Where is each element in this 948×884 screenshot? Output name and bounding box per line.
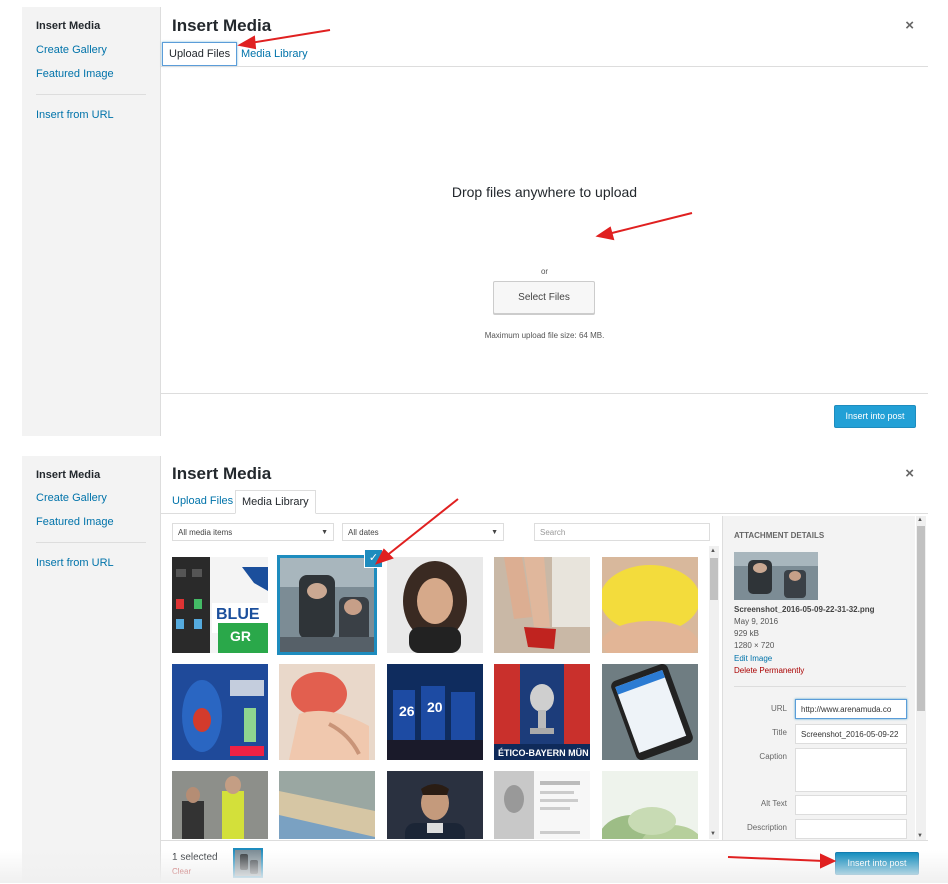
media-thumbnail[interactable] bbox=[172, 664, 268, 760]
attachment-preview bbox=[734, 552, 818, 600]
media-thumbnail[interactable] bbox=[279, 664, 375, 760]
url-label: URL bbox=[770, 704, 787, 713]
modal-title: Insert Media bbox=[172, 16, 272, 35]
modal-title: Insert Media bbox=[172, 464, 272, 483]
max-upload-size: Maximum upload file size: 64 MB. bbox=[484, 331, 605, 340]
close-icon[interactable]: × bbox=[905, 17, 914, 34]
url-field[interactable]: http://www.arenamuda.co bbox=[795, 699, 907, 719]
svg-text:BLUE: BLUE bbox=[216, 606, 260, 623]
date-filter[interactable]: All dates ▼ bbox=[342, 523, 504, 541]
upload-drop-zone[interactable]: Drop files anywhere to upload or Select … bbox=[161, 67, 928, 393]
attachment-dimensions: 1280 × 720 bbox=[734, 641, 775, 650]
sidebar-heading: Insert Media bbox=[36, 20, 101, 32]
sidebar-item-featured-image[interactable]: Featured Image bbox=[36, 68, 114, 80]
insert-media-modal-library: Insert Media Create Gallery Featured Ima… bbox=[22, 456, 928, 884]
media-thumbnail-selected[interactable] bbox=[277, 555, 377, 655]
media-thumbnail[interactable] bbox=[387, 771, 483, 839]
attachment-details-heading: ATTACHMENT DETAILS bbox=[734, 531, 825, 540]
drop-instructions: Drop files anywhere to upload bbox=[451, 184, 638, 200]
media-thumbnail[interactable]: BLUE GR bbox=[172, 557, 268, 653]
media-type-filter[interactable]: All media items ▼ bbox=[172, 523, 334, 541]
attachment-size: 929 kB bbox=[734, 629, 759, 638]
alt-text-field[interactable] bbox=[795, 795, 907, 815]
tab-media-library[interactable]: Media Library bbox=[235, 43, 314, 65]
clear-selection-link[interactable]: Clear bbox=[172, 867, 191, 876]
description-field[interactable] bbox=[795, 819, 907, 839]
media-thumbnail[interactable] bbox=[387, 557, 483, 653]
scroll-up-icon[interactable]: ▲ bbox=[710, 548, 716, 554]
attachment-details-panel: ATTACHMENT DETAILS Screenshot_2016-05-09… bbox=[722, 516, 915, 840]
media-type-filter-value: All media items bbox=[178, 528, 233, 537]
svg-text:ÉTICO-BAYERN MÜN: ÉTICO-BAYERN MÜN bbox=[498, 748, 589, 758]
svg-text:20: 20 bbox=[427, 699, 443, 715]
media-grid: BLUE GR 26 20 ÉTICO-BAYERN MÜN bbox=[161, 546, 713, 839]
modal-toolbar: Insert into post bbox=[161, 393, 928, 437]
sidebar-item-insert-from-url[interactable]: Insert from URL bbox=[36, 557, 114, 569]
details-divider bbox=[734, 686, 906, 687]
media-thumbnail[interactable] bbox=[602, 664, 698, 760]
sidebar-divider bbox=[36, 542, 146, 543]
description-label: Description bbox=[746, 823, 787, 832]
scroll-down-icon[interactable]: ▼ bbox=[710, 831, 716, 837]
media-sidebar: Insert Media Create Gallery Featured Ima… bbox=[22, 7, 161, 436]
insert-into-post-button[interactable]: Insert into post bbox=[834, 405, 916, 428]
title-field[interactable]: Screenshot_2016-05-09-22 bbox=[795, 724, 907, 744]
sidebar-item-insert-from-url[interactable]: Insert from URL bbox=[36, 109, 114, 121]
media-grid-scrollbar[interactable]: ▲ ▼ bbox=[709, 546, 719, 839]
or-label: or bbox=[540, 267, 549, 276]
media-thumbnail[interactable] bbox=[602, 557, 698, 653]
sidebar-item-create-gallery[interactable]: Create Gallery bbox=[36, 492, 107, 504]
tab-upload-files[interactable]: Upload Files bbox=[166, 490, 239, 512]
search-input[interactable]: Search bbox=[534, 523, 710, 541]
attachment-date: May 9, 2016 bbox=[734, 617, 779, 626]
insert-into-post-button[interactable]: Insert into post bbox=[835, 852, 919, 875]
insert-media-modal-upload: Insert Media Create Gallery Featured Ima… bbox=[22, 7, 928, 437]
scrollbar-thumb[interactable] bbox=[710, 558, 718, 600]
scroll-up-icon[interactable]: ▲ bbox=[917, 517, 923, 523]
attachment-filename: Screenshot_2016-05-09-22-31-32.png bbox=[734, 605, 875, 614]
sidebar-item-create-gallery[interactable]: Create Gallery bbox=[36, 44, 107, 56]
modal-toolbar: 1 selected Clear Insert into post bbox=[161, 840, 928, 884]
chevron-down-icon: ▼ bbox=[321, 529, 328, 536]
delete-permanently-link[interactable]: Delete Permanently bbox=[734, 666, 804, 675]
media-thumbnail[interactable]: 26 20 bbox=[387, 664, 483, 760]
alt-text-label: Alt Text bbox=[760, 799, 787, 808]
sidebar-divider bbox=[36, 94, 146, 95]
details-scrollbar[interactable]: ▲ ▼ bbox=[916, 516, 926, 840]
date-filter-value: All dates bbox=[348, 528, 379, 537]
sidebar-item-featured-image[interactable]: Featured Image bbox=[36, 516, 114, 528]
edit-image-link[interactable]: Edit Image bbox=[734, 654, 772, 663]
select-files-button[interactable]: Select Files bbox=[493, 281, 595, 314]
svg-text:GR: GR bbox=[230, 628, 251, 644]
media-thumbnail[interactable] bbox=[602, 771, 698, 839]
scroll-down-icon[interactable]: ▼ bbox=[917, 833, 923, 839]
media-sidebar: Insert Media Create Gallery Featured Ima… bbox=[22, 456, 161, 883]
tab-upload-files[interactable]: Upload Files bbox=[162, 42, 238, 66]
media-thumbnail[interactable]: ÉTICO-BAYERN MÜN bbox=[494, 664, 590, 760]
selection-count: 1 selected bbox=[172, 852, 218, 863]
caption-field[interactable] bbox=[795, 748, 907, 792]
media-thumbnail[interactable] bbox=[494, 771, 590, 839]
sidebar-heading: Insert Media bbox=[36, 469, 101, 481]
svg-text:26: 26 bbox=[399, 703, 415, 719]
media-thumbnail[interactable] bbox=[279, 771, 375, 839]
caption-label: Caption bbox=[759, 752, 787, 761]
close-icon[interactable]: × bbox=[905, 465, 914, 482]
check-icon[interactable]: ✓ bbox=[364, 549, 383, 568]
media-thumbnail[interactable] bbox=[494, 557, 590, 653]
title-label: Title bbox=[772, 728, 787, 737]
selected-thumbnail[interactable] bbox=[233, 848, 263, 878]
tab-media-library[interactable]: Media Library bbox=[235, 490, 316, 514]
chevron-down-icon: ▼ bbox=[491, 529, 498, 536]
scrollbar-thumb[interactable] bbox=[917, 526, 925, 711]
media-thumbnail[interactable] bbox=[172, 771, 268, 839]
